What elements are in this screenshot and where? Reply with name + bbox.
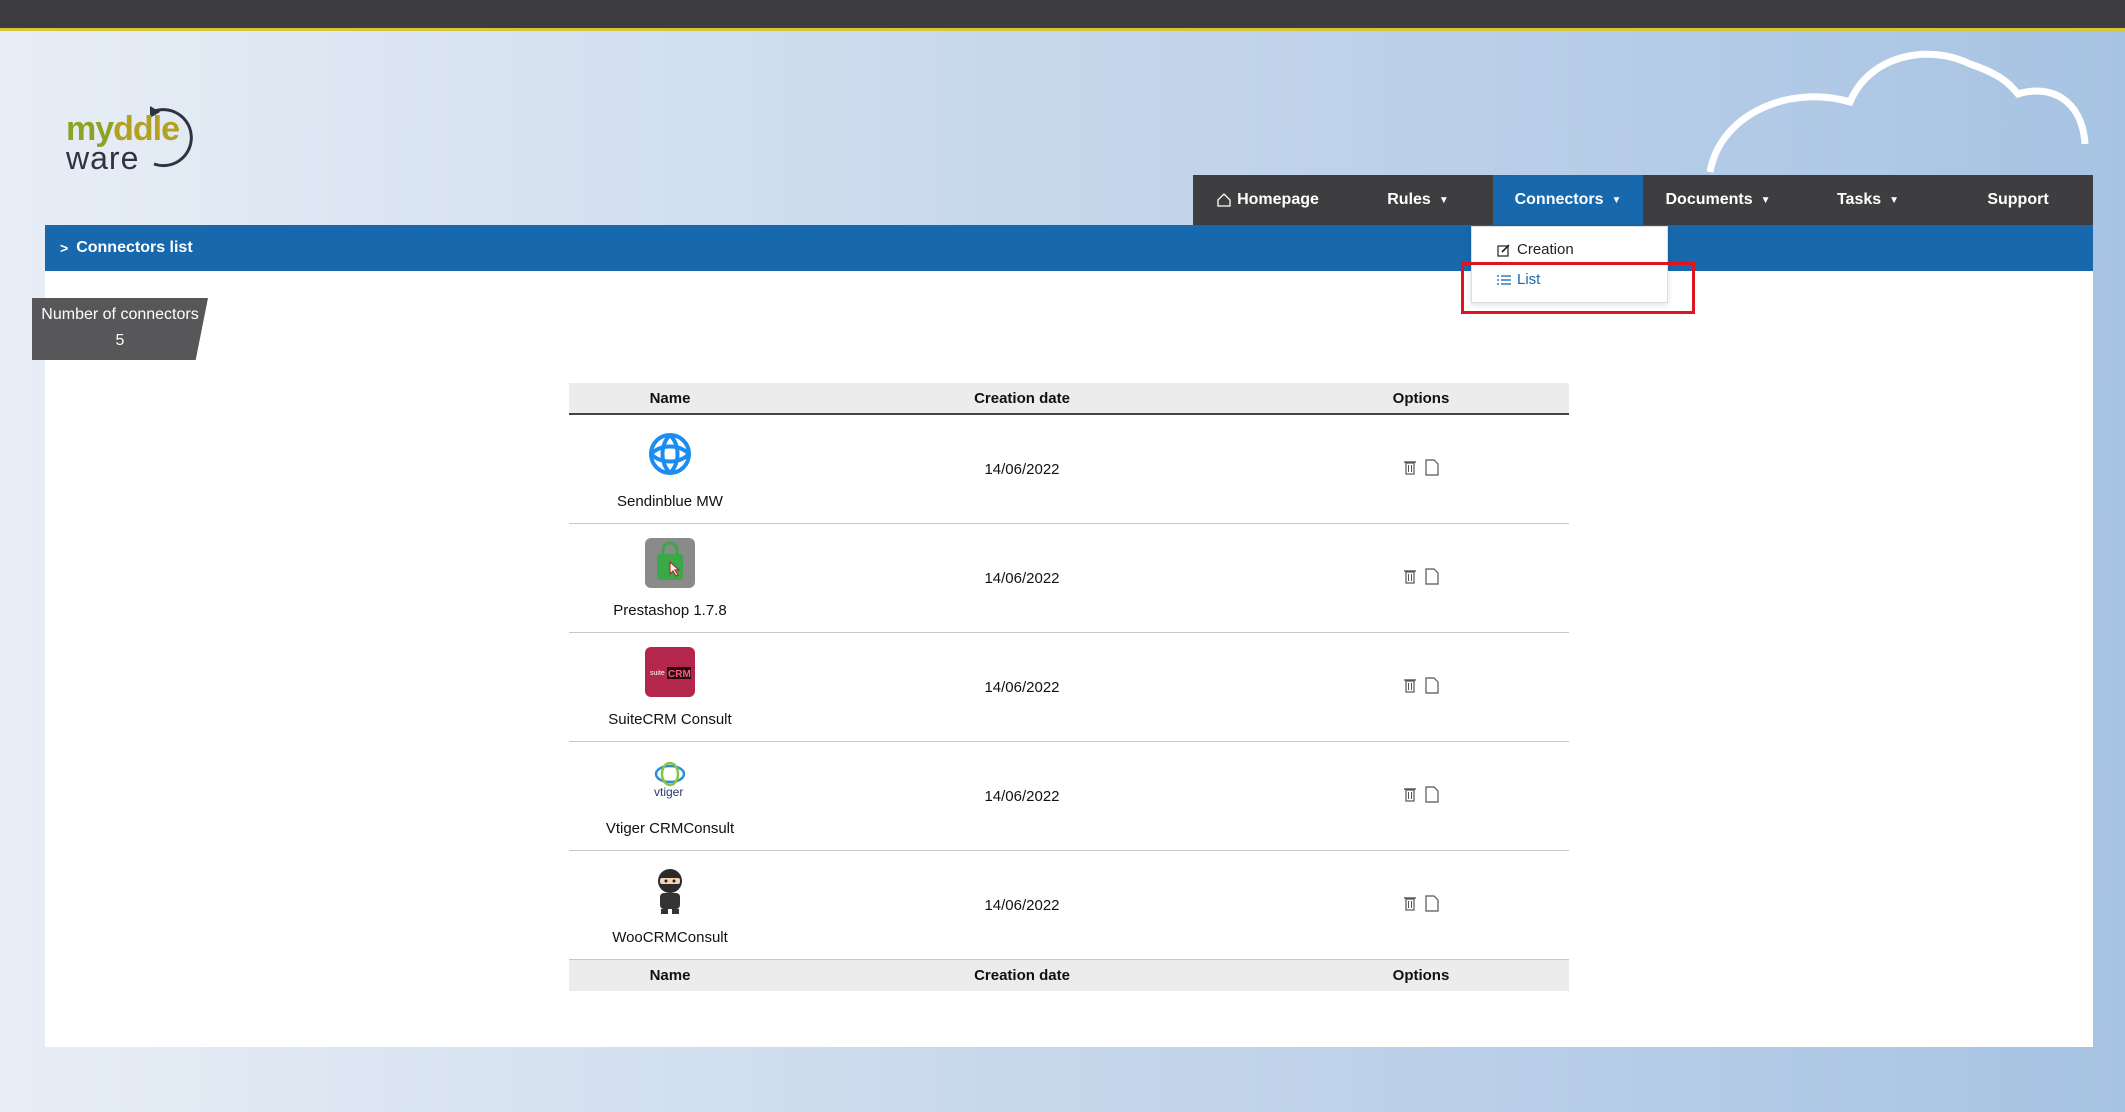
woocommerce-logo <box>645 865 695 915</box>
document-icon[interactable] <box>1425 459 1439 476</box>
header-creation-date[interactable]: Creation date <box>771 383 1273 415</box>
footer-creation-date: Creation date <box>771 959 1273 991</box>
page-title-bar: > Connectors list <box>45 225 2093 271</box>
creation-date: 14/06/2022 <box>771 850 1273 960</box>
connectors-table: Name Creation date Options Sendinblue MW… <box>569 383 1569 991</box>
vtiger-logo: vtiger <box>645 756 695 806</box>
table-row: Sendinblue MW 14/06/2022 <box>569 414 1569 524</box>
nav-homepage-label: Homepage <box>1237 191 1319 208</box>
nav-homepage[interactable]: Homepage <box>1193 175 1343 225</box>
footer-options: Options <box>1273 959 1569 991</box>
page-title: Connectors list <box>76 239 193 256</box>
connector-name[interactable]: Sendinblue MW <box>617 493 723 510</box>
table-row: Prestashop 1.7.8 14/06/2022 <box>569 523 1569 633</box>
table-row: vtiger Vtiger CRMConsult 14/06/2022 <box>569 741 1569 851</box>
footer-name: Name <box>569 959 771 991</box>
trash-icon[interactable] <box>1403 677 1417 693</box>
sendinblue-logo <box>645 429 695 479</box>
prestashop-logo <box>645 537 695 588</box>
caret-down-icon: ▼ <box>1889 194 1900 206</box>
nav-support[interactable]: Support <box>1943 175 2093 225</box>
cloud-decoration <box>1706 50 2089 173</box>
creation-date: 14/06/2022 <box>771 741 1273 851</box>
logo-text-bottom: ware <box>66 140 140 176</box>
caret-down-icon: ▼ <box>1760 194 1771 206</box>
creation-date: 14/06/2022 <box>771 414 1273 524</box>
top-bar <box>0 0 2125 31</box>
trash-icon[interactable] <box>1403 459 1417 475</box>
nav-tasks[interactable]: Tasks ▼ <box>1793 175 1943 225</box>
creation-date: 14/06/2022 <box>771 523 1273 633</box>
caret-down-icon: ▼ <box>1438 194 1449 206</box>
table-row: WooCRMConsult 14/06/2022 <box>569 850 1569 960</box>
chevron-right-icon: > <box>60 240 69 256</box>
nav-rules-label: Rules <box>1387 191 1431 208</box>
myddleware-logo[interactable]: myddle ware <box>62 92 212 176</box>
trash-icon[interactable] <box>1403 568 1417 584</box>
home-icon <box>1217 193 1231 207</box>
document-icon[interactable] <box>1425 677 1439 694</box>
connector-count-value: 5 <box>115 332 125 349</box>
nav-documents[interactable]: Documents ▼ <box>1643 175 1793 225</box>
connector-name[interactable]: Prestashop 1.7.8 <box>613 602 726 619</box>
table-row: suite CRM SuiteCRM Consult 14/06/2022 <box>569 632 1569 742</box>
connector-name[interactable]: Vtiger CRMConsult <box>606 820 734 837</box>
svg-text:vtiger: vtiger <box>654 785 683 799</box>
highlight-box <box>1461 262 1695 314</box>
trash-icon[interactable] <box>1403 786 1417 802</box>
nav-documents-label: Documents <box>1665 191 1753 208</box>
suitecrm-logo: suite CRM <box>645 646 695 697</box>
header-options: Options <box>1273 383 1569 415</box>
nav-connectors[interactable]: Connectors ▼ <box>1493 175 1643 225</box>
document-icon[interactable] <box>1425 568 1439 585</box>
edit-icon <box>1497 243 1511 257</box>
creation-date: 14/06/2022 <box>771 632 1273 742</box>
connector-count-badge: Number of connectors 5 <box>32 298 208 360</box>
menu-item-creation[interactable]: Creation <box>1497 241 1574 258</box>
menu-item-creation-label: Creation <box>1517 241 1574 258</box>
main-navigation: Homepage Rules ▼ Connectors ▼ Documents … <box>1193 175 2093 225</box>
caret-down-icon: ▼ <box>1611 194 1622 206</box>
nav-rules[interactable]: Rules ▼ <box>1343 175 1493 225</box>
document-icon[interactable] <box>1425 895 1439 912</box>
connector-name[interactable]: WooCRMConsult <box>612 929 728 946</box>
header-name[interactable]: Name <box>569 383 771 415</box>
trash-icon[interactable] <box>1403 895 1417 911</box>
nav-connectors-label: Connectors <box>1514 191 1604 208</box>
connector-name[interactable]: SuiteCRM Consult <box>608 711 731 728</box>
document-icon[interactable] <box>1425 786 1439 803</box>
svg-text:CRM: CRM <box>668 669 691 680</box>
nav-tasks-label: Tasks <box>1836 191 1882 208</box>
nav-support-label: Support <box>1987 191 2049 208</box>
svg-text:suite: suite <box>650 670 665 677</box>
connector-count-label: Number of connectors <box>41 306 199 323</box>
